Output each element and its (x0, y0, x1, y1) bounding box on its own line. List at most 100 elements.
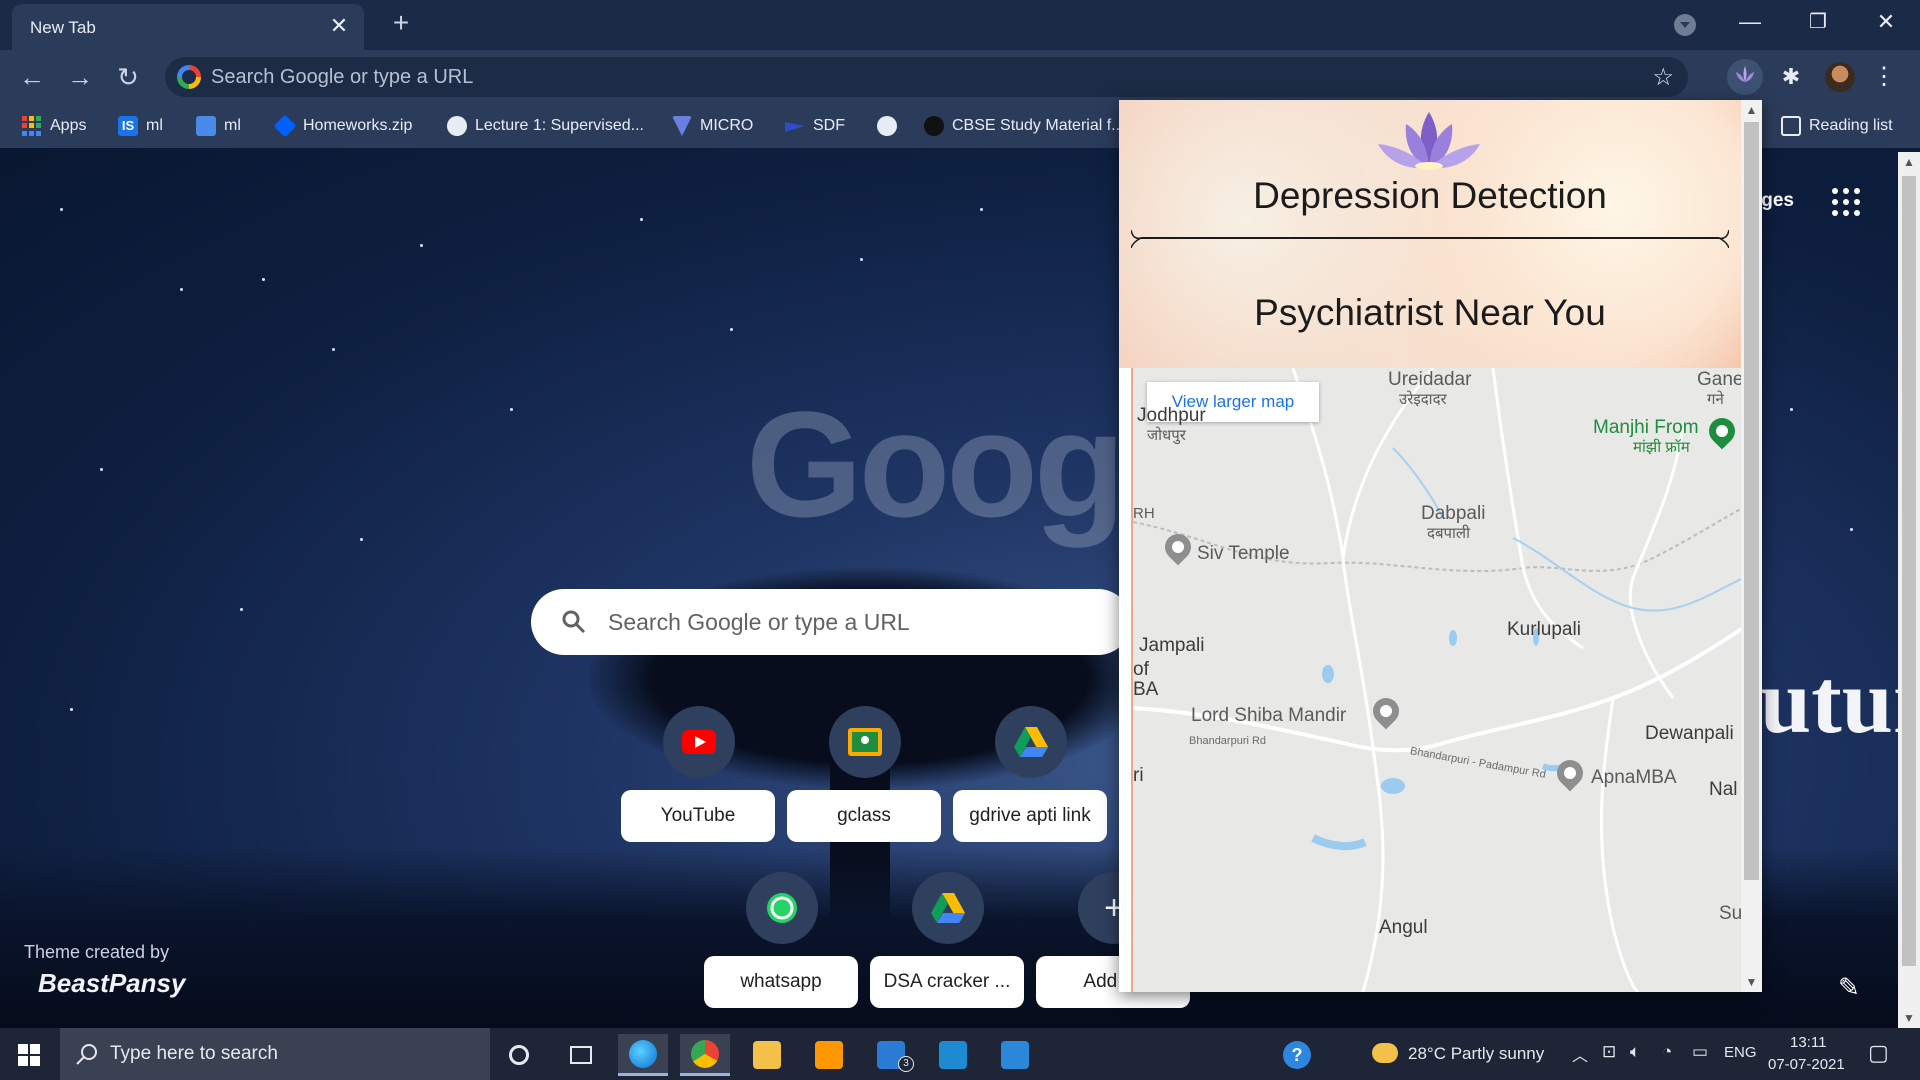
photos-icon[interactable] (990, 1034, 1040, 1076)
back-arrow-icon[interactable]: ← (16, 61, 48, 93)
popup-scrollbar[interactable]: ▲ ▼ (1741, 100, 1762, 992)
star-decoration (180, 288, 183, 291)
battery-icon[interactable]: ▭ (1692, 1042, 1708, 1062)
window-close-icon[interactable]: ✕ (1866, 6, 1906, 38)
weather-text[interactable]: 28°C Partly sunny (1408, 1044, 1544, 1064)
google-apps-icon[interactable] (1832, 188, 1860, 216)
scroll-down-arrow-icon[interactable]: ▼ (1741, 972, 1762, 992)
popup-header: Depression Detection Psychiatrist Near Y… (1119, 100, 1741, 368)
dropbox-icon (273, 114, 297, 138)
windows-start-icon[interactable] (18, 1044, 40, 1066)
show-hidden-icons-chevron-icon[interactable]: ︿ (1572, 1042, 1588, 1066)
bookmark-micro[interactable]: MICRO (672, 114, 753, 138)
taskbar-search-placeholder: Type here to search (110, 1043, 278, 1064)
clock-date[interactable]: 07-07-2021 (1768, 1056, 1845, 1073)
tab-new-tab[interactable]: New Tab ✕ (12, 4, 364, 50)
profile-avatar[interactable] (1825, 62, 1855, 92)
bookmark-homeworks[interactable]: Homeworks.zip (273, 114, 413, 138)
scroll-up-arrow-icon[interactable]: ▲ (1898, 152, 1920, 172)
bookmark-ml-1[interactable]: IS ml (118, 114, 163, 138)
star-decoration (70, 708, 73, 711)
map-place: of (1133, 659, 1149, 680)
notification-center-icon[interactable]: ▢ (1868, 1040, 1889, 1066)
title-divider (1131, 230, 1729, 248)
scroll-down-arrow-icon[interactable]: ▼ (1898, 1008, 1920, 1028)
customize-pencil-icon[interactable]: ✎ (1838, 972, 1860, 1003)
restore-icon[interactable]: ❐ (1798, 6, 1838, 38)
new-tab-plus-icon[interactable]: + (386, 8, 416, 38)
page-scrollbar[interactable]: ▲ ▼ (1898, 152, 1920, 1028)
theme-brand-link[interactable]: BeastPansy (38, 968, 185, 999)
map-place-local: जोधपुर (1147, 427, 1186, 444)
document-icon (196, 116, 216, 136)
bookmark-lecture[interactable]: Lecture 1: Supervised... (447, 114, 644, 138)
embedded-map[interactable]: View larger map Ureidadar उरेइदादर Gane … (1131, 368, 1741, 992)
tab-search-icon[interactable] (1674, 14, 1696, 36)
map-place: Siv Temple (1197, 543, 1290, 564)
wifi-icon[interactable]: ◔ (1662, 1042, 1672, 1062)
map-place: Jodhpur (1137, 405, 1206, 426)
popup-scrollbar-thumb[interactable] (1744, 122, 1759, 880)
volume-icon[interactable]: 🔈︎ (1630, 1042, 1640, 1062)
bookmark-label: MICRO (700, 117, 754, 134)
map-place-local: दबपाली (1427, 525, 1470, 542)
vscode-icon[interactable] (928, 1034, 978, 1076)
address-bar[interactable]: Search Google or type a URL ☆ (165, 57, 1688, 97)
extensions-puzzle-icon[interactable]: ✱ (1773, 59, 1809, 95)
bookmark-star-icon[interactable]: ☆ (1652, 63, 1674, 92)
bookmark-globe[interactable] (877, 114, 897, 138)
scroll-up-arrow-icon[interactable]: ▲ (1741, 100, 1762, 120)
bookmark-apps[interactable]: Apps (22, 114, 86, 138)
bookmark-cbse[interactable]: CBSE Study Material f... (924, 114, 1125, 138)
map-place: Jampali (1139, 635, 1205, 656)
reload-icon[interactable]: ↻ (112, 61, 144, 93)
menu-kebab-icon[interactable]: ⋮ (1872, 60, 1896, 94)
images-link[interactable]: ges (1761, 190, 1794, 212)
address-bar-placeholder: Search Google or type a URL (211, 66, 474, 88)
star-decoration (420, 244, 423, 247)
language-indicator[interactable]: ENG (1724, 1044, 1757, 1061)
forward-arrow-icon[interactable]: → (64, 61, 96, 93)
map-place: RH (1133, 505, 1155, 522)
map-place: Dewanpali (1645, 723, 1734, 744)
minimize-icon[interactable]: — (1730, 6, 1770, 38)
task-view-icon[interactable] (556, 1034, 606, 1076)
depression-detection-extension-icon[interactable] (1727, 59, 1763, 95)
edge-taskbar-icon[interactable] (618, 1034, 668, 1076)
star-decoration (1790, 408, 1793, 411)
star-decoration (60, 208, 63, 211)
shortcut-label: gdrive apti link (953, 790, 1107, 842)
reading-list-button[interactable]: Reading list (1781, 114, 1893, 138)
map-place: Kurlupali (1507, 619, 1581, 640)
page-scrollbar-thumb[interactable] (1902, 176, 1916, 966)
file-explorer-icon[interactable] (742, 1034, 792, 1076)
taskbar-search-box[interactable]: Type here to search (60, 1028, 490, 1080)
star-decoration (510, 408, 513, 411)
close-icon[interactable]: ✕ (326, 13, 352, 39)
bookmark-label: Homeworks.zip (303, 117, 413, 134)
star-decoration (360, 538, 363, 541)
star-decoration (730, 328, 733, 331)
map-place: Gane (1697, 369, 1741, 390)
network-icon[interactable]: ⊡ (1602, 1042, 1616, 1062)
help-icon[interactable]: ? (1272, 1034, 1322, 1076)
clock-time[interactable]: 13:11 (1790, 1034, 1826, 1051)
star-decoration (980, 208, 983, 211)
mail-icon[interactable]: 3 (866, 1034, 916, 1076)
sublime-text-icon[interactable] (804, 1034, 854, 1076)
whatsapp-icon (746, 872, 818, 944)
weather-icon[interactable] (1372, 1043, 1398, 1063)
bookmark-sdf[interactable]: SDF (785, 114, 845, 138)
mail-badge: 3 (898, 1056, 914, 1072)
shortcut-label: YouTube (621, 790, 775, 842)
google-classroom-icon (829, 706, 901, 778)
theme-credit: Theme created by (24, 942, 170, 962)
chrome-taskbar-icon[interactable] (680, 1034, 730, 1076)
map-place: Su (1719, 903, 1741, 924)
map-place: Manjhi From (1593, 417, 1699, 438)
sdf-logo-icon (785, 122, 805, 132)
cortana-icon[interactable] (494, 1034, 544, 1076)
ntp-search-box[interactable]: Search Google or type a URL (531, 589, 1131, 655)
bookmark-ml-2[interactable]: ml (196, 114, 241, 138)
tab-strip: New Tab ✕ + — ❐ ✕ (0, 0, 1920, 50)
